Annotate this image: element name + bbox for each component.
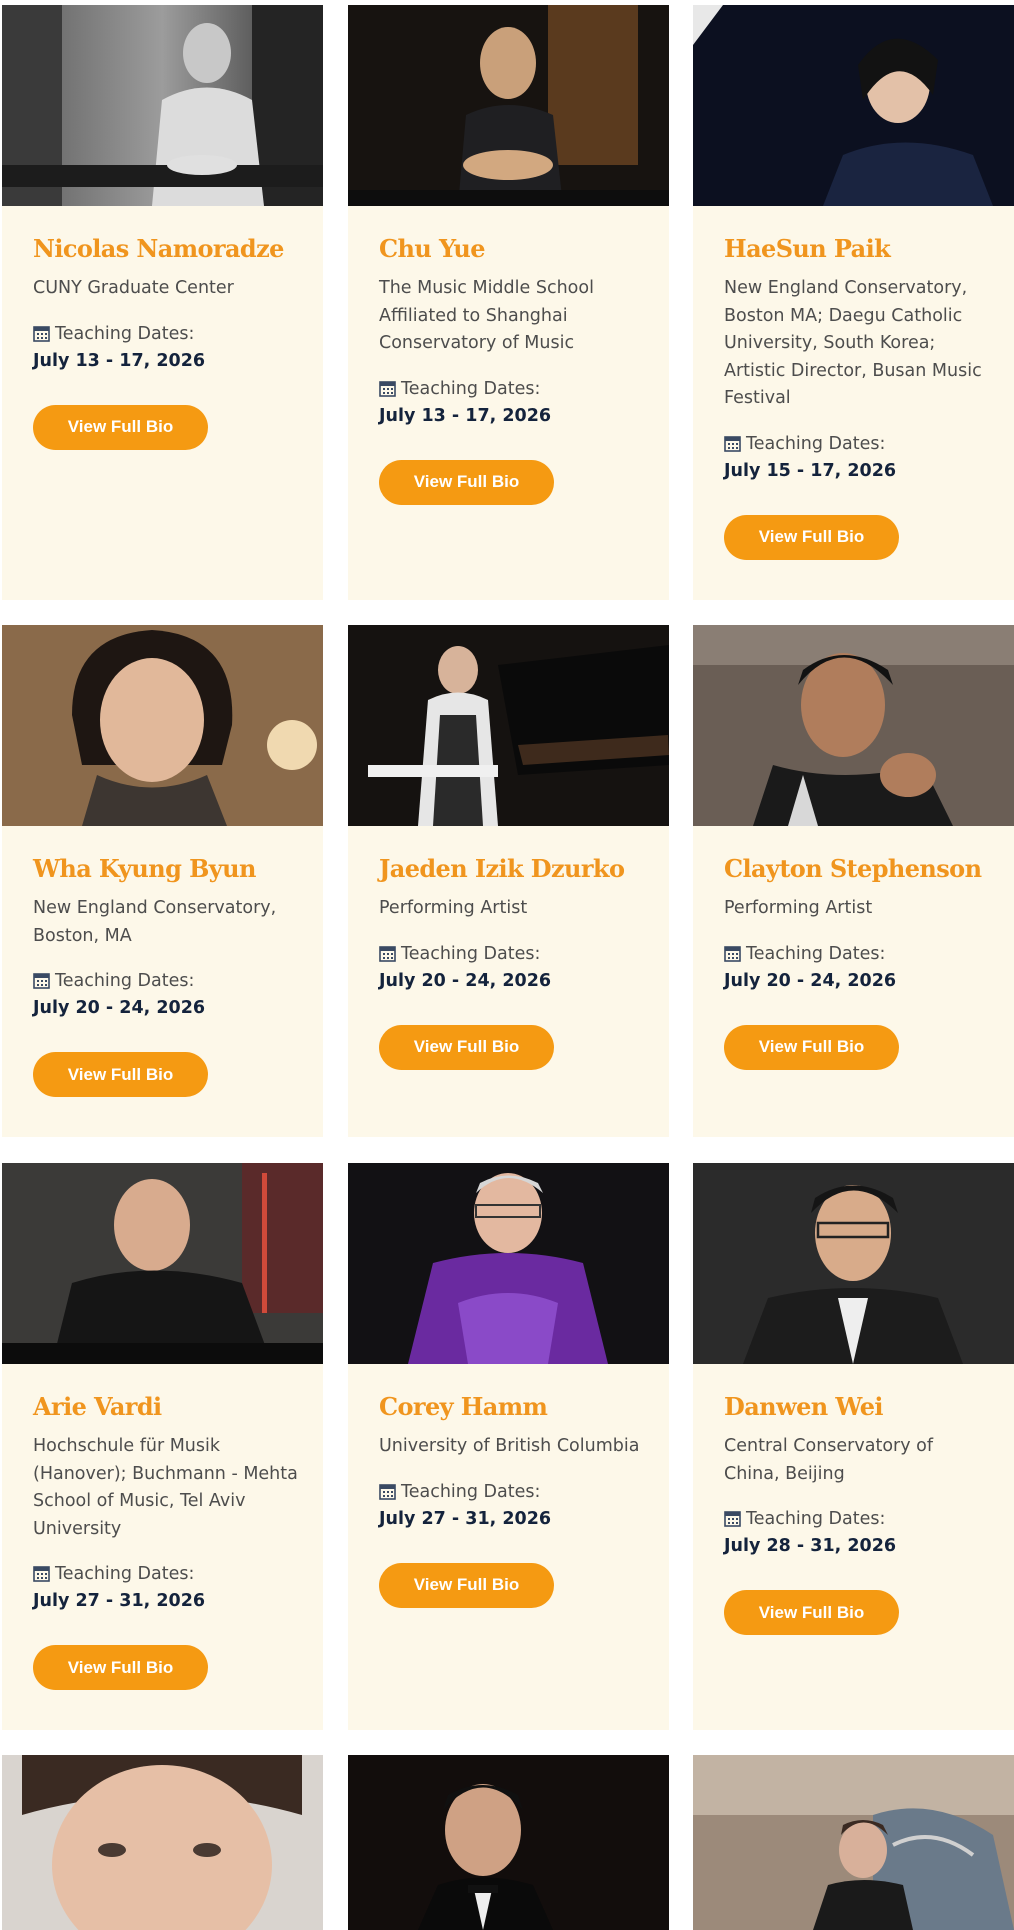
teaching-dates-label: Teaching Dates: [379,1479,649,1506]
calendar-icon [33,973,50,989]
faculty-photo [2,625,323,826]
teaching-dates-value: July 27 - 31, 2026 [379,1508,552,1529]
calendar-icon [379,1483,396,1500]
faculty-photo [693,1755,1014,1930]
faculty-name: HaeSun Paik [724,234,891,263]
teaching-dates-text: Teaching Dates: [55,1564,195,1584]
faculty-card: Nicolas Namoradze CUNY Graduate Center T… [2,5,323,600]
teaching-dates-label: Teaching Dates: [33,968,303,995]
faculty-name: Arie Vardi [33,1392,162,1421]
faculty-card [2,1755,323,1930]
faculty-photo [348,1163,669,1364]
faculty-name: Corey Hamm [379,1392,548,1421]
faculty-name: Danwen Wei [724,1392,884,1421]
faculty-name: Chu Yue [379,234,486,263]
faculty-photo [348,625,669,826]
faculty-name: Wha Kyung Byun [33,854,256,883]
faculty-photo [2,1163,323,1364]
faculty-card: Jaeden Izik Dzurko Performing Artist Tea… [348,625,669,1137]
faculty-card [693,1755,1014,1930]
calendar-icon [379,945,396,962]
calendar-icon [724,1511,741,1527]
teaching-dates-text: Teaching Dates: [401,943,541,964]
teaching-dates-value: July 15 - 17, 2026 [724,460,897,481]
teaching-dates-text: Teaching Dates: [55,971,195,991]
faculty-card: Arie Vardi Hochschule für Musik (Hanover… [2,1163,323,1730]
teaching-dates-value: July 20 - 24, 2026 [724,970,897,991]
faculty-photo [348,5,669,206]
teaching-dates-label: Teaching Dates: [724,941,994,968]
faculty-card: Corey Hamm University of British Columbi… [348,1163,669,1730]
faculty-affiliation: New England Conservatory, Boston MA; Dae… [724,278,982,408]
calendar-icon [724,435,741,452]
faculty-card: Clayton Stephenson Performing Artist Tea… [693,625,1014,1137]
view-full-bio-button[interactable]: View Full Bio [379,1562,554,1608]
teaching-dates-value: July 13 - 17, 2026 [33,350,206,371]
faculty-photo [693,5,1014,206]
faculty-affiliation: Hochschule für Musik (Hanover); Buchmann… [33,1436,298,1539]
teaching-dates-text: Teaching Dates: [401,378,541,399]
teaching-dates-value: July 20 - 24, 2026 [379,970,552,991]
faculty-card [348,1755,669,1930]
faculty-name: Nicolas Namoradze [33,234,284,263]
view-full-bio-button[interactable]: View Full Bio [724,1024,899,1070]
teaching-dates-label: Teaching Dates: [724,1506,994,1533]
teaching-dates-label: Teaching Dates: [33,321,303,348]
faculty-affiliation: Central Conservatory of China, Beijing [724,1436,934,1484]
teaching-dates-text: Teaching Dates: [746,433,886,454]
faculty-card: Chu Yue The Music Middle School Affiliat… [348,5,669,600]
view-full-bio-button[interactable]: View Full Bio [33,1645,208,1690]
faculty-affiliation: The Music Middle School Affiliated to Sh… [379,278,594,353]
view-full-bio-button[interactable]: View Full Bio [33,1052,208,1097]
faculty-card: Wha Kyung Byun New England Conservatory,… [2,625,323,1137]
faculty-photo [693,1163,1014,1364]
view-full-bio-button[interactable]: View Full Bio [33,404,208,450]
view-full-bio-button[interactable]: View Full Bio [379,1024,554,1070]
faculty-card: Danwen Wei Central Conservatory of China… [693,1163,1014,1730]
teaching-dates-value: July 28 - 31, 2026 [724,1536,897,1556]
faculty-affiliation: New England Conservatory, Boston, MA [33,898,277,946]
teaching-dates-label: Teaching Dates: [724,431,994,458]
faculty-affiliation: University of British Columbia [379,1436,640,1456]
teaching-dates-value: July 27 - 31, 2026 [33,1591,206,1611]
faculty-affiliation: CUNY Graduate Center [33,278,234,298]
view-full-bio-button[interactable]: View Full Bio [724,1590,899,1635]
faculty-photo [2,5,323,206]
teaching-dates-label: Teaching Dates: [379,941,649,968]
view-full-bio-button[interactable]: View Full Bio [724,514,899,560]
calendar-icon [724,945,741,962]
teaching-dates-label: Teaching Dates: [33,1561,303,1588]
faculty-photo [2,1755,323,1930]
faculty-photo [693,625,1014,826]
faculty-name: Clayton Stephenson [724,854,982,883]
teaching-dates-text: Teaching Dates: [746,1509,886,1529]
faculty-affiliation: Performing Artist [724,898,873,918]
calendar-icon [379,380,396,397]
teaching-dates-text: Teaching Dates: [746,943,886,964]
calendar-icon [33,1566,50,1582]
faculty-affiliation: Performing Artist [379,898,528,918]
faculty-photo [348,1755,669,1930]
teaching-dates-value: July 20 - 24, 2026 [33,998,206,1018]
teaching-dates-value: July 13 - 17, 2026 [379,405,552,426]
faculty-name: Jaeden Izik Dzurko [379,854,625,883]
teaching-dates-text: Teaching Dates: [401,1481,541,1502]
teaching-dates-label: Teaching Dates: [379,376,649,403]
teaching-dates-text: Teaching Dates: [55,323,195,344]
faculty-card: HaeSun Paik New England Conservatory, Bo… [693,5,1014,600]
view-full-bio-button[interactable]: View Full Bio [379,459,554,505]
calendar-icon [33,325,50,342]
